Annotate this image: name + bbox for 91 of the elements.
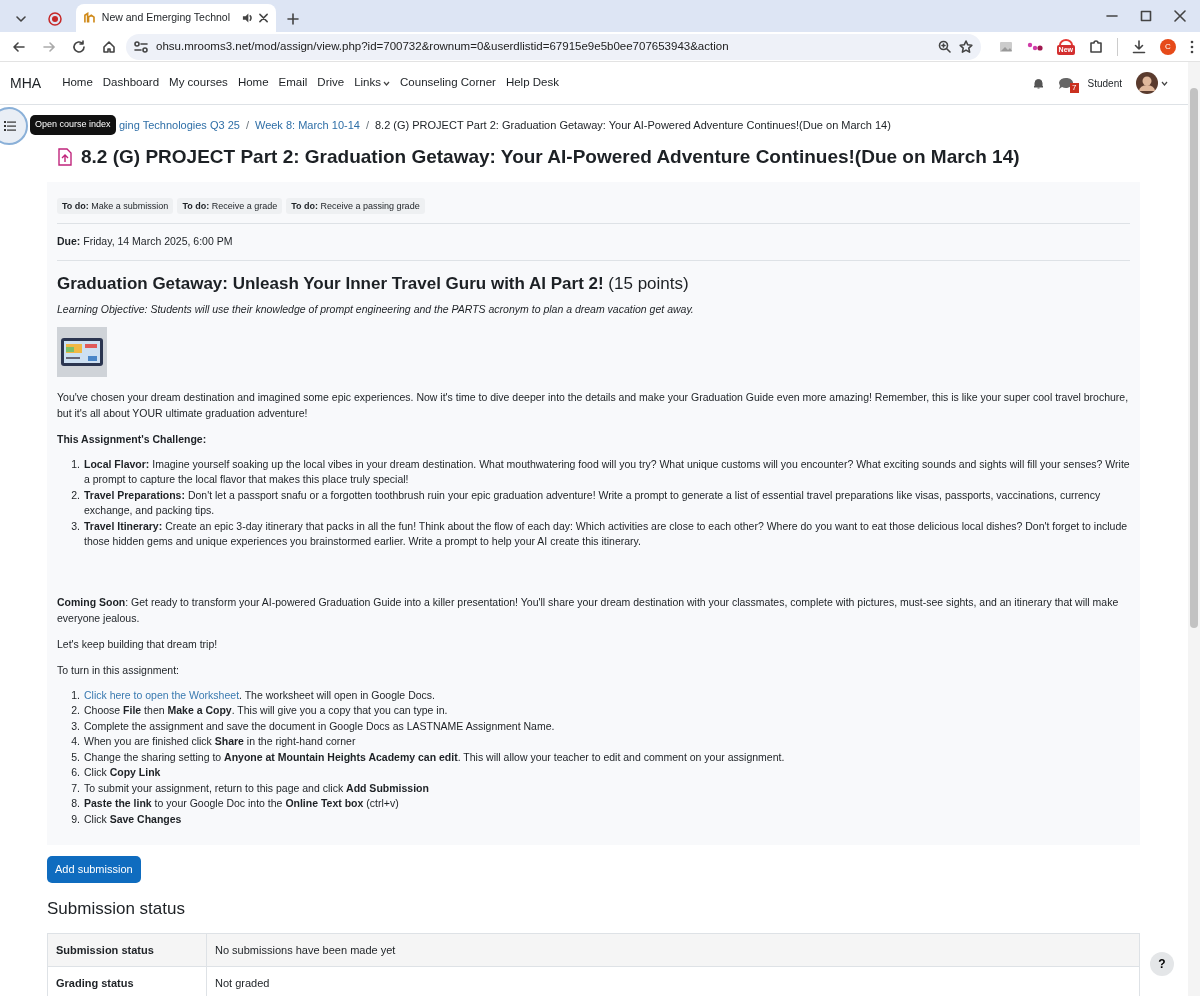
- site-favicon-icon: [84, 12, 96, 24]
- challenge-heading: This Assignment's Challenge:: [57, 431, 208, 447]
- nav-link[interactable]: Home: [232, 74, 274, 92]
- instruction-step: When you are finished click Share in the right-hand corner: [84, 734, 356, 750]
- list-number: 4.: [70, 734, 81, 749]
- chevron-down-icon[interactable]: [15, 13, 27, 25]
- coming-soon-paragraph: Coming Soon: Get ready to transform your AI-powered Graduation Guide into a killer presentation! You'll share your dream destination with your classmates, complete with pictures, must-see sights, and an itinerary that will make everyone jealous.: [57, 594, 1120, 626]
- list-number: 9.: [70, 811, 81, 827]
- forward-icon: [42, 39, 56, 54]
- challenge-item: Travel Preparations: Don't let a passport snafu or a forgotten toothbrush ruin your epic graduation adventure! Write a prompt to generate a list of essential travel preparations like visas, passports, vaccinations, currency exchange, and packing tips.: [84, 487, 1102, 518]
- instruction-step: Click Save Changes: [84, 811, 182, 827]
- user-avatar[interactable]: [1136, 72, 1158, 94]
- user-name[interactable]: Student: [1087, 75, 1122, 91]
- instruction-step: Choose File then Make a Copy. This will give you a copy that you can type in.: [84, 703, 448, 719]
- list-icon: [4, 121, 16, 131]
- profile-avatar[interactable]: C: [1160, 38, 1176, 55]
- add-submission-button[interactable]: Add submission: [47, 856, 141, 883]
- arc-extension-icon[interactable]: [1057, 38, 1074, 45]
- list-number: 1.: [70, 687, 81, 703]
- learning-objective: Learning Objective: Students will use their knowledge of prompt engineering and the PARTS acronym to plan a dream vacation get away.: [57, 301, 695, 317]
- nav-link[interactable]: Drive: [312, 74, 350, 92]
- plus-icon[interactable]: [287, 13, 299, 25]
- site-info-icon[interactable]: [134, 40, 148, 53]
- todo-badge: To do: Make a submission: [57, 197, 174, 214]
- nav-link[interactable]: Email: [273, 74, 313, 92]
- breadcrumb-link[interactable]: Week 8: March 10-14: [254, 116, 360, 134]
- bell-icon[interactable]: [1032, 77, 1044, 89]
- nav-link[interactable]: Home: [57, 74, 98, 92]
- assignment-icon: [57, 148, 73, 167]
- row-label: Submission status: [47, 933, 207, 967]
- instruction-step: Click here to open the Worksheet. The worksheet will open in Google Docs.: [84, 687, 435, 703]
- list-number: 8.: [70, 796, 81, 811]
- challenge-item: Travel Itinerary: Create an epic 3-day itinerary that packs in all the fun! Think about the flow of each day: Which activities are close to each other? Where do you want to eat those delicious local dishes? Don't forget to include those hidden gems and unique experiences you brainstormed earlier. Write a prompt to help your AI create this itinerary.: [84, 518, 1129, 549]
- page-title: 8.2 (G) PROJECT Part 2: Graduation Getaway: Your AI-Powered Adventure Continues!(Due on March 14): [81, 145, 1020, 169]
- instruction-step: Change the sharing setting to Anyone at Mountain Heights Academy can edit. This will allow your teacher to edit and comment on your assignment.: [84, 749, 785, 765]
- tooltip: Open course index: [30, 115, 116, 135]
- nav-link[interactable]: Counseling Corner: [395, 74, 501, 92]
- kebab-menu-icon[interactable]: [1190, 39, 1194, 54]
- nav-link[interactable]: My courses: [164, 74, 233, 92]
- nav-link[interactable]: Links: [349, 74, 396, 92]
- instruction-step: To submit your assignment, return to this page and click Add Submission: [84, 780, 429, 796]
- todo-badge: To do: Receive a grade: [177, 197, 283, 214]
- row-label: Grading status: [47, 966, 207, 996]
- nav-link[interactable]: Dashboard: [97, 74, 165, 92]
- caret-icon[interactable]: [1161, 80, 1168, 86]
- list-number: 3.: [70, 718, 81, 734]
- nav-link[interactable]: Help Desk: [500, 74, 564, 92]
- help-button[interactable]: ?: [1150, 952, 1174, 976]
- instruction-step: Click Copy Link: [84, 765, 161, 781]
- breadcrumb-link[interactable]: ging Technologies Q3 25: [119, 116, 240, 134]
- list-number: 1.: [70, 456, 81, 472]
- instruction-step: Paste the link to your Google Doc into the Online Text box (ctrl+v): [84, 796, 399, 812]
- record-icon[interactable]: [48, 12, 62, 26]
- list-number: 6.: [70, 765, 81, 780]
- zoom-icon[interactable]: [937, 40, 951, 53]
- list-number: 5.: [70, 749, 81, 765]
- speaker-icon[interactable]: [242, 12, 253, 24]
- breadcrumb-current: 8.2 (G) PROJECT Part 2: Graduation Getaway: Your AI-Powered Adventure Continues!(Due on March 14): [375, 117, 891, 133]
- challenge-item: Local Flavor: Imagine yourself soaking up the local vibes in your dream destination. What mouthwatering food will you try? What unique customs will you encounter? What exciting sounds and sights will fill your senses? Write a prompt to capture the local flavor that makes this place truly special!: [84, 456, 1130, 487]
- course-index-button[interactable]: [0, 107, 28, 145]
- intro-paragraph: You've chosen your dream destination and imagined some epic experiences. Now it's time to dive deeper into the details and make your Graduation Guide even more amazing! Remember, this is like your super cool travel brochure, but it's all about YOUR ultimate graduation adventure!: [57, 389, 1130, 421]
- reload-icon[interactable]: [72, 39, 86, 54]
- instruction-step: Complete the assignment and save the document in Google Docs as LASTNAME Assignment Name.: [84, 718, 555, 734]
- site-brand[interactable]: MHA: [10, 72, 42, 94]
- dots-extension-icon[interactable]: [1026, 40, 1043, 53]
- caret-icon: [383, 80, 391, 86]
- list-number: 3.: [70, 518, 81, 534]
- list-number: 2.: [70, 487, 81, 503]
- home-icon[interactable]: [102, 39, 116, 54]
- section-heading: Submission status: [47, 898, 186, 919]
- description-heading: Graduation Getaway: Unleash Your Inner Travel Guru with AI Part 2! (15 points): [57, 273, 690, 295]
- back-icon[interactable]: [12, 39, 26, 54]
- chat-icon[interactable]: [1057, 76, 1074, 90]
- list-number: 2.: [70, 703, 81, 718]
- steps-heading: To turn in this assignment:: [57, 662, 180, 678]
- download-icon[interactable]: [1132, 39, 1146, 54]
- breadcrumb-separator: /: [245, 117, 249, 133]
- image-extension-icon[interactable]: [998, 40, 1013, 53]
- maximize-icon[interactable]: [1140, 10, 1152, 22]
- scrollbar[interactable]: [1188, 62, 1200, 996]
- close-icon[interactable]: [1174, 10, 1186, 22]
- puzzle-icon[interactable]: [1089, 39, 1103, 54]
- todo-badge: To do: Receive a passing grade: [286, 197, 425, 214]
- breadcrumb-separator: /: [365, 117, 369, 133]
- row-value: No submissions have been made yet: [206, 933, 1140, 967]
- closing-text: Let's keep building that dream trip!: [57, 636, 219, 652]
- due-date: Due: Friday, 14 March 2025, 6:00 PM: [57, 234, 234, 250]
- close-icon[interactable]: [258, 13, 268, 23]
- list-number: 7.: [70, 780, 81, 796]
- message-count-badge: 7: [1070, 82, 1079, 93]
- star-icon[interactable]: [958, 39, 973, 54]
